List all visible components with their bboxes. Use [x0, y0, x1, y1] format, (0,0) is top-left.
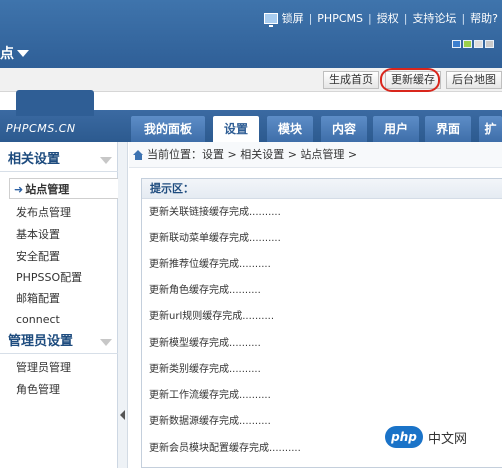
- sidebar-section-title: 相关设置: [8, 152, 61, 167]
- arrow-right-icon: ➜: [14, 183, 24, 196]
- divider: |: [461, 11, 466, 25]
- admin-map-button[interactable]: 后台地图: [446, 71, 502, 89]
- collapse-triangle-icon: [100, 339, 112, 346]
- tab-interface[interactable]: 界面: [425, 116, 471, 142]
- divider: |: [368, 11, 372, 25]
- cache-message: 更新数据源缓存完成..........: [149, 416, 271, 427]
- help-link[interactable]: 帮助?: [470, 10, 498, 26]
- tab-users[interactable]: 用户: [373, 116, 419, 142]
- sidebar-item-security[interactable]: 安全配置: [0, 246, 117, 267]
- sidebar-item-label: 站点管理: [25, 183, 70, 196]
- theme-swatch-blue[interactable]: [452, 40, 461, 48]
- generate-homepage-button[interactable]: 生成首页: [323, 71, 379, 89]
- top-links: 锁屏 | PHPCMS | 授权 | 支持论坛 | 帮助?: [263, 10, 498, 27]
- sidebar-collapse-bar[interactable]: [118, 142, 128, 468]
- sub-toolbar: 生成首页 更新缓存 后台地图: [0, 68, 502, 92]
- cache-message: 更新推荐位缓存完成..........: [149, 259, 271, 270]
- phpcms-link[interactable]: PHPCMS: [317, 12, 363, 25]
- watermark: php 中文网: [385, 423, 497, 451]
- sidebar-item-phpsso[interactable]: PHPSSO配置: [0, 267, 117, 288]
- sidebar-section-admin-settings[interactable]: 管理员设置: [0, 330, 118, 354]
- theme-swatch-gray[interactable]: [474, 40, 483, 48]
- theme-swatch-green[interactable]: [463, 40, 472, 48]
- logo-shape: [16, 90, 94, 116]
- tab-my-panel[interactable]: 我的面板: [131, 116, 205, 142]
- php-logo: php: [385, 426, 423, 448]
- tab-content[interactable]: 内容: [321, 116, 367, 142]
- arrow-left-icon: [120, 410, 125, 420]
- notice-title: 提示区：: [142, 179, 502, 199]
- logo: PHPCMS.CN: [6, 122, 76, 135]
- chevron-down-icon: [17, 49, 29, 57]
- sidebar-item-role-management[interactable]: 角色管理: [0, 379, 117, 400]
- sidebar-item-admin-management[interactable]: 管理员管理: [0, 357, 117, 378]
- home-icon: [133, 149, 144, 160]
- tab-extensions[interactable]: 扩: [479, 116, 502, 142]
- cache-message: 更新工作流缓存完成..........: [149, 390, 271, 401]
- cache-message: 更新url规则缓存完成..........: [149, 311, 275, 322]
- monitor-icon: [263, 12, 278, 27]
- sidebar-item-basic-settings[interactable]: 基本设置: [0, 224, 117, 245]
- cache-message: 更新模型缓存完成..........: [149, 338, 261, 349]
- sidebar-item-publish-points[interactable]: 发布点管理: [0, 202, 117, 223]
- watermark-text: 中文网: [428, 431, 468, 447]
- breadcrumb-text: 当前位置：设置 > 相关设置 > 站点管理 >: [147, 147, 358, 161]
- sidebar-item-mail[interactable]: 邮箱配置: [0, 288, 117, 309]
- phpcms-admin-window: 锁屏 | PHPCMS | 授权 | 支持论坛 | 帮助? 点 生成首页 更新缓…: [0, 0, 502, 468]
- tab-modules[interactable]: 模块: [267, 116, 313, 142]
- sidebar: 相关设置 ➜ 站点管理 发布点管理 基本设置 安全配置 PHPSSO配置 邮箱配置…: [0, 142, 118, 468]
- divider: |: [308, 11, 313, 25]
- cache-message: 更新类别缓存完成..........: [149, 364, 261, 375]
- breadcrumb: 当前位置：设置 > 相关设置 > 站点管理 >: [129, 142, 502, 168]
- theme-swatch-silver[interactable]: [485, 40, 494, 48]
- update-cache-button[interactable]: 更新缓存: [385, 71, 441, 89]
- sidebar-item-site-management[interactable]: ➜ 站点管理: [9, 178, 118, 199]
- lock-screen-link[interactable]: 锁屏: [282, 10, 304, 26]
- cache-message: 更新关联链接缓存完成..........: [149, 207, 281, 218]
- theme-swatches: [452, 40, 494, 48]
- sidebar-item-connect[interactable]: connect: [0, 309, 117, 330]
- cache-message: 更新联动菜单缓存完成..........: [149, 233, 281, 244]
- license-link[interactable]: 授权: [377, 10, 399, 26]
- support-forum-link[interactable]: 支持论坛: [412, 10, 456, 26]
- site-title-text: 点: [0, 46, 14, 62]
- site-switcher[interactable]: 点: [0, 43, 29, 63]
- divider: |: [403, 11, 408, 25]
- sidebar-section-related-settings[interactable]: 相关设置: [0, 148, 118, 172]
- cache-message: 更新会员模块配置缓存完成..........: [149, 443, 301, 454]
- sidebar-section-title: 管理员设置: [8, 334, 74, 349]
- tab-settings[interactable]: 设置: [213, 116, 259, 142]
- cache-message: 更新角色缓存完成..........: [149, 285, 261, 296]
- collapse-triangle-icon: [100, 157, 112, 164]
- top-header: 锁屏 | PHPCMS | 授权 | 支持论坛 | 帮助? 点: [0, 0, 502, 68]
